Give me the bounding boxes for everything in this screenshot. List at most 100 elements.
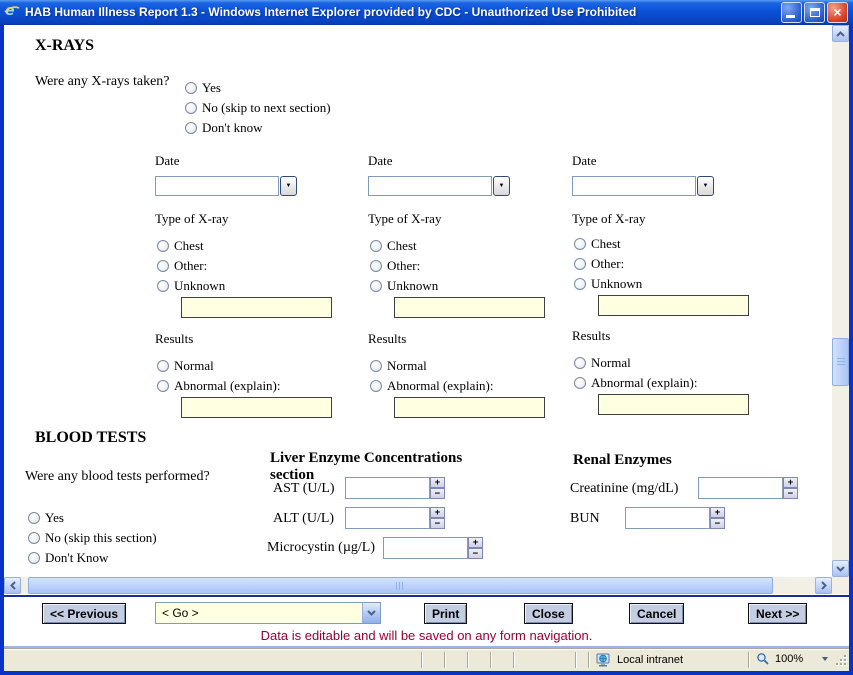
- horizontal-scrollbar-thumb[interactable]: [28, 577, 773, 594]
- vertical-scrollbar-thumb[interactable]: [832, 338, 849, 386]
- zoom-dropdown-icon[interactable]: [822, 657, 829, 661]
- statusbar-separator: [467, 652, 469, 668]
- microcystin-input[interactable]: [383, 537, 468, 559]
- radio-icon: [28, 552, 40, 564]
- horizontal-scrollbar[interactable]: [4, 577, 832, 594]
- statusbar-separator: [490, 652, 492, 668]
- xray2-date-input[interactable]: [368, 176, 492, 196]
- chevron-down-icon: [836, 565, 845, 572]
- xray2-result-normal-option[interactable]: Normal: [370, 358, 427, 374]
- xray2-other-text-input[interactable]: [394, 297, 545, 318]
- xray-taken-dontknow-option[interactable]: Don't know: [185, 120, 262, 136]
- zoom-panel[interactable]: 100%: [756, 652, 829, 666]
- blood-no-option[interactable]: No (skip this section): [28, 530, 157, 546]
- xray2-type-chest-option[interactable]: Chest: [370, 238, 417, 254]
- ast-spin-up-button[interactable]: +: [430, 477, 445, 488]
- thumb-grip-icon: [836, 357, 845, 367]
- title-bar[interactable]: e HAB Human Illness Report 1.3 - Windows…: [0, 0, 853, 25]
- blood-dontknow-option[interactable]: Don't Know: [28, 550, 108, 566]
- microcystin-spin-down-button[interactable]: −: [468, 548, 483, 559]
- status-bar: Local intranet 100%: [4, 648, 849, 671]
- radio-icon: [574, 258, 586, 270]
- window-controls: ×: [781, 1, 848, 23]
- xray1-result-abnormal-option[interactable]: Abnormal (explain):: [157, 378, 281, 394]
- xray-section-heading: X-RAYS: [35, 37, 94, 54]
- minimize-button[interactable]: [781, 1, 802, 23]
- blood-yes-option[interactable]: Yes: [28, 510, 64, 526]
- alt-spin-up-button[interactable]: +: [430, 507, 445, 518]
- statusbar-separator: [513, 652, 515, 668]
- scroll-right-button[interactable]: [815, 577, 832, 594]
- bun-spin-up-button[interactable]: +: [710, 507, 725, 518]
- xray1-date-combo: ▼: [155, 176, 297, 196]
- previous-button[interactable]: << Previous: [42, 603, 127, 624]
- xray3-date-input[interactable]: [572, 176, 696, 196]
- bun-input[interactable]: [625, 507, 710, 529]
- statusbar-separator: [421, 652, 423, 668]
- ast-spin-down-button[interactable]: −: [430, 488, 445, 499]
- xray3-result-abnormal-option[interactable]: Abnormal (explain):: [574, 375, 698, 391]
- xray3-abnormal-text-input[interactable]: [598, 394, 749, 415]
- alt-spin-down-button[interactable]: −: [430, 518, 445, 529]
- creatinine-input[interactable]: [698, 477, 783, 499]
- maximize-icon: [809, 7, 820, 17]
- next-button[interactable]: Next >>: [748, 603, 808, 624]
- select-dropdown-icon[interactable]: [362, 603, 380, 623]
- xray1-date-input[interactable]: [155, 176, 279, 196]
- minimize-icon: [786, 14, 795, 18]
- radio-icon: [157, 280, 169, 292]
- xray3-date-dropdown-button[interactable]: ▼: [697, 176, 714, 196]
- statusbar-separator: [748, 652, 750, 668]
- radio-icon: [28, 532, 40, 544]
- page-content: X-RAYS Were any X-rays taken? Yes No (sk…: [4, 25, 849, 671]
- xray3-result-normal-option[interactable]: Normal: [574, 355, 631, 371]
- close-button[interactable]: Close: [524, 603, 573, 624]
- bun-label: BUN: [570, 511, 600, 526]
- resize-grip[interactable]: [835, 654, 847, 669]
- xray-column-2: Date ▼ Type of X-ray Chest Other: Unknow…: [368, 150, 573, 425]
- xray2-date-combo: ▼: [368, 176, 510, 196]
- print-button[interactable]: Print: [424, 603, 468, 624]
- cancel-button[interactable]: Cancel: [629, 603, 685, 624]
- xray1-type-unknown-option[interactable]: Unknown: [157, 278, 225, 294]
- security-zone-label: Local intranet: [617, 654, 684, 666]
- chevron-right-icon: [820, 581, 827, 590]
- xray1-date-dropdown-button[interactable]: ▼: [280, 176, 297, 196]
- radio-icon: [574, 238, 586, 250]
- xray1-other-text-input[interactable]: [181, 297, 332, 318]
- xray1-result-normal-option[interactable]: Normal: [157, 358, 214, 374]
- xray3-other-text-input[interactable]: [598, 295, 749, 316]
- xray3-type-chest-option[interactable]: Chest: [574, 236, 621, 252]
- xray-taken-yes-option[interactable]: Yes: [185, 80, 221, 96]
- alt-input[interactable]: [345, 507, 430, 529]
- date-label: Date: [368, 153, 393, 168]
- scroll-left-button[interactable]: [4, 577, 21, 594]
- xray2-result-abnormal-option[interactable]: Abnormal (explain):: [370, 378, 494, 394]
- xray3-type-other-option[interactable]: Other:: [574, 256, 624, 272]
- alt-field: + −: [345, 507, 445, 529]
- xray2-abnormal-text-input[interactable]: [394, 397, 545, 418]
- scroll-down-button[interactable]: [832, 560, 849, 577]
- bun-spin-down-button[interactable]: −: [710, 518, 725, 529]
- results-label: Results: [572, 328, 611, 343]
- radio-icon: [370, 280, 382, 292]
- creatinine-spin-up-button[interactable]: +: [783, 477, 798, 488]
- go-select[interactable]: < Go >: [155, 602, 381, 624]
- xray1-type-chest-option[interactable]: Chest: [157, 238, 204, 254]
- creatinine-field: + −: [698, 477, 798, 499]
- xray1-type-other-option[interactable]: Other:: [157, 258, 207, 274]
- xray2-type-unknown-option[interactable]: Unknown: [370, 278, 438, 294]
- xray2-date-dropdown-button[interactable]: ▼: [493, 176, 510, 196]
- scroll-up-button[interactable]: [832, 25, 849, 42]
- xray2-type-other-option[interactable]: Other:: [370, 258, 420, 274]
- xray-taken-no-option[interactable]: No (skip to next section): [185, 100, 331, 116]
- xray1-abnormal-text-input[interactable]: [181, 397, 332, 418]
- close-window-button[interactable]: ×: [827, 1, 848, 23]
- date-label: Date: [572, 153, 597, 168]
- microcystin-spin-up-button[interactable]: +: [468, 537, 483, 548]
- maximize-button[interactable]: [804, 1, 825, 23]
- xray3-type-unknown-option[interactable]: Unknown: [574, 276, 642, 292]
- creatinine-spin-down-button[interactable]: −: [783, 488, 798, 499]
- ast-input[interactable]: [345, 477, 430, 499]
- vertical-scrollbar[interactable]: [832, 25, 849, 577]
